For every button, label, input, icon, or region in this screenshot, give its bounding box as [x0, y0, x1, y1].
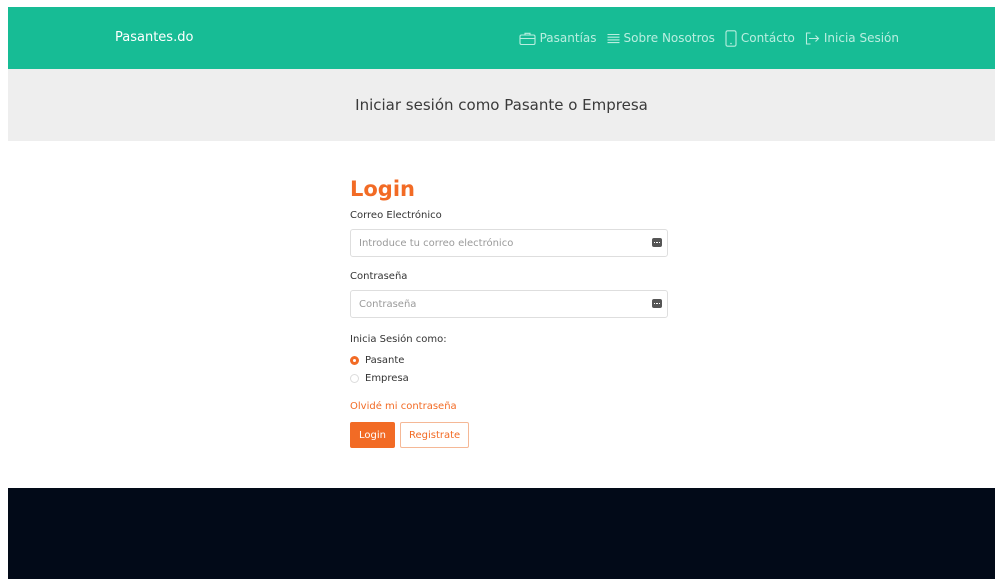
role-option-pasante[interactable]: Pasante — [350, 351, 668, 369]
login-heading: Login — [350, 177, 415, 201]
brand-link[interactable]: Pasantes.do — [115, 7, 193, 69]
email-label: Correo Electrónico — [350, 210, 442, 221]
list-icon — [607, 33, 620, 44]
password-manager-icon[interactable] — [652, 299, 662, 308]
role-label: Inicia Sesión como: — [350, 334, 447, 345]
login-button[interactable]: Login — [350, 422, 395, 448]
page-header-banner: Iniciar sesión como Pasante o Empresa — [8, 69, 995, 141]
sign-in-icon — [805, 31, 820, 45]
radio-empresa[interactable] — [350, 373, 359, 383]
nav-item-inicia-sesion[interactable]: Inicia Sesión — [805, 31, 899, 45]
role-option-empresa[interactable]: Empresa — [350, 369, 668, 387]
radio-label: Pasante — [365, 354, 405, 366]
form-actions: Login Registrate — [350, 422, 668, 448]
navbar: Pasantes.do Pasantías Sobre Nosotros Con… — [8, 7, 995, 69]
register-button[interactable]: Registrate — [399, 422, 470, 448]
nav-item-pasantias[interactable]: Pasantías — [519, 31, 597, 45]
nav-item-label: Sobre Nosotros — [623, 31, 715, 45]
radio-label: Empresa — [365, 372, 409, 384]
nav-menu: Pasantías Sobre Nosotros Contácto Inicia… — [519, 7, 899, 69]
nav-item-label: Inicia Sesión — [823, 31, 899, 45]
password-field — [350, 290, 668, 318]
email-input[interactable] — [359, 230, 639, 256]
email-field — [350, 229, 668, 257]
footer — [8, 488, 995, 579]
password-label: Contraseña — [350, 271, 408, 282]
phone-icon — [725, 29, 737, 47]
nav-item-sobre-nosotros[interactable]: Sobre Nosotros — [607, 31, 715, 45]
briefcase-icon — [519, 32, 536, 45]
password-input[interactable] — [359, 291, 639, 317]
login-form: Login Correo Electrónico Contraseña Inic… — [350, 176, 668, 448]
nav-item-label: Pasantías — [539, 31, 597, 45]
radio-pasante[interactable] — [350, 355, 359, 365]
password-manager-icon[interactable] — [652, 238, 662, 247]
forgot-password-link[interactable]: Olvidé mi contraseña — [350, 401, 668, 412]
page-title: Iniciar sesión como Pasante o Empresa — [355, 96, 648, 114]
nav-item-label: Contácto — [740, 31, 795, 45]
nav-item-contacto[interactable]: Contácto — [725, 29, 795, 47]
